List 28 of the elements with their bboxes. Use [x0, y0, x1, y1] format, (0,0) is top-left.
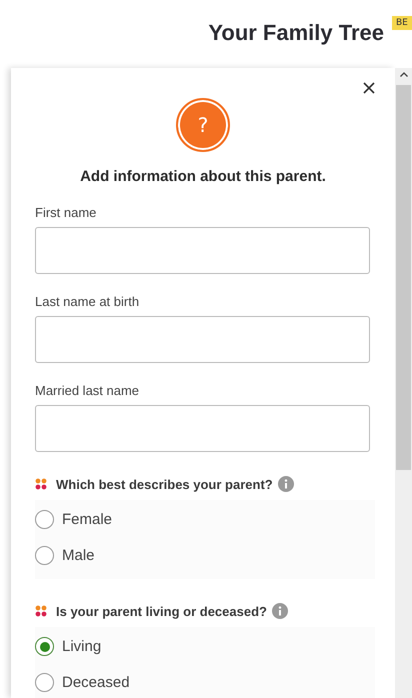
close-icon[interactable] [363, 82, 375, 94]
info-icon[interactable] [272, 603, 288, 619]
radio-button[interactable] [35, 546, 54, 565]
text-input[interactable] [35, 405, 370, 452]
scrollbar-thumb[interactable] [396, 85, 411, 470]
option-label[interactable]: Female [62, 511, 112, 528]
field-label: Last name at birth [35, 294, 140, 309]
unknown-person-avatar: ? [176, 98, 230, 152]
radio-button[interactable] [35, 673, 54, 692]
radio-button[interactable] [35, 637, 54, 656]
question-text: Which best describes your parent? [56, 476, 273, 492]
scroll-up-icon[interactable] [400, 72, 408, 77]
dots-icon [35, 605, 47, 617]
dots-icon [35, 478, 47, 490]
field-label: First name [35, 205, 98, 220]
option-label[interactable]: Deceased [62, 674, 130, 691]
beta-badge: BE [392, 16, 412, 30]
dialog-heading: Add information about this parent. [79, 168, 327, 185]
option-label[interactable]: Living [62, 638, 102, 655]
radio-button[interactable] [35, 510, 54, 529]
scrollbar[interactable] [395, 68, 412, 698]
text-input[interactable] [35, 316, 370, 363]
text-input[interactable] [35, 227, 370, 274]
page-title: Your Family Tree [208, 20, 384, 46]
info-icon[interactable] [278, 476, 294, 492]
option-label[interactable]: Male [62, 547, 95, 564]
question-text: Is your parent living or deceased? [56, 604, 267, 618]
field-label: Married last name [35, 383, 140, 398]
